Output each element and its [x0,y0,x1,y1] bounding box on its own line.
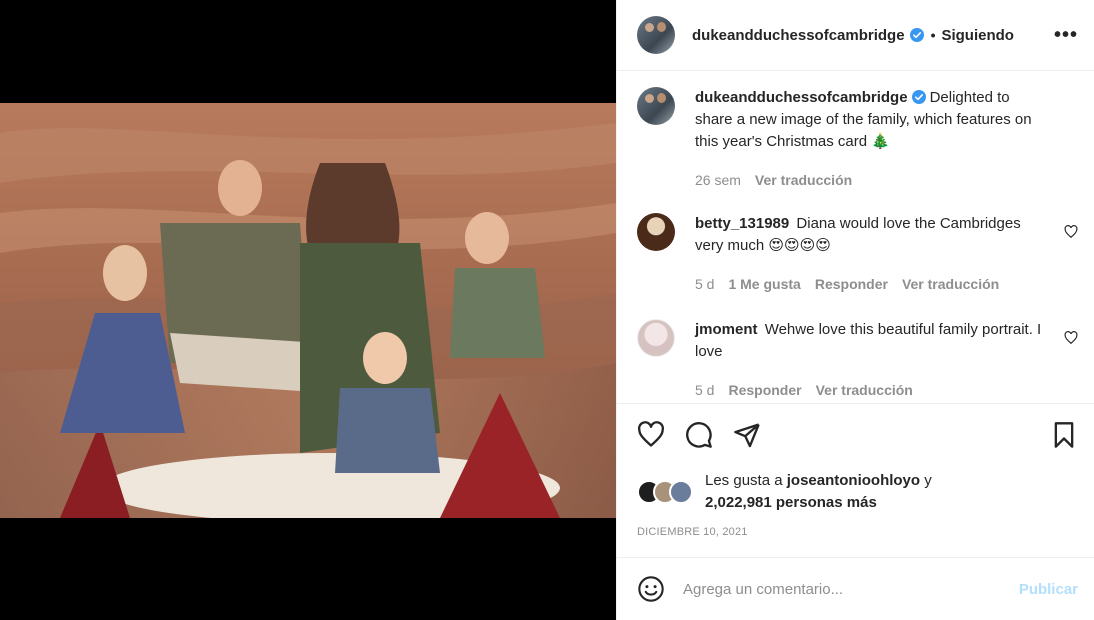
reply-button[interactable]: Responder [815,273,888,295]
reply-button[interactable]: Responder [728,379,801,401]
verified-badge-icon [911,90,926,104]
caption: dukeandduchessofcambridge Delighted to sh… [637,87,1078,191]
like-comment-heart-icon[interactable] [1064,331,1078,345]
post-date[interactable]: DICIEMBRE 10, 2021 [617,518,1094,558]
caption-author-avatar[interactable] [637,87,675,125]
author-avatar[interactable] [637,16,675,54]
caption-translate-link[interactable]: Ver traducción [755,169,852,191]
comment-input[interactable] [683,580,1019,598]
save-bookmark-icon[interactable] [1050,421,1078,449]
publish-button[interactable]: Publicar [1019,581,1078,598]
like-heart-icon[interactable] [637,421,665,449]
comment-username[interactable]: betty_131989 [695,215,789,232]
comment-time[interactable]: 5 d [695,273,714,295]
liker-avatars[interactable] [637,480,699,504]
comment-bubble-icon[interactable] [685,421,713,449]
translate-link[interactable]: Ver traducción [902,273,999,295]
likes-count[interactable]: 2,022,981 personas más [705,494,877,511]
comment-time[interactable]: 5 d [695,379,714,401]
comment-username[interactable]: jmoment [695,321,758,338]
comment-likes[interactable]: 1 Me gusta [728,273,800,295]
comments-list[interactable]: dukeandduchessofcambridge Delighted to sh… [617,71,1094,404]
verified-badge-icon [909,28,924,42]
likes-row: Les gusta a joseantonioohloyo y 2,022,98… [617,466,1094,518]
following-button[interactable]: Siguiendo [941,27,1014,44]
photo-pane [0,0,616,620]
share-paper-plane-icon[interactable] [733,421,761,449]
post-header: dukeandduchessofcambridge • Siguiendo ••… [617,0,1094,71]
likes-summary: Les gusta a joseantonioohloyo y 2,022,98… [705,470,932,514]
liker-username[interactable]: joseantonioohloyo [787,472,920,489]
caption-time[interactable]: 26 sem [695,169,741,191]
like-comment-heart-icon[interactable] [1064,225,1078,239]
instagram-post-view: dukeandduchessofcambridge • Siguiendo ••… [0,0,1094,620]
likes-conjunction: y [924,472,932,489]
commenter-avatar[interactable] [637,319,675,357]
post-side-panel: dukeandduchessofcambridge • Siguiendo ••… [616,0,1094,620]
author-username[interactable]: dukeandduchessofcambridge [692,27,905,44]
post-actions [617,404,1094,466]
comment-item: betty_131989 Diana would love the Cambri… [637,213,1078,295]
separator-dot: • [930,27,936,43]
emoji-smiley-icon[interactable] [637,575,665,603]
add-comment-bar: Publicar [617,558,1094,620]
more-options-icon[interactable]: ••• [1054,24,1078,47]
caption-username[interactable]: dukeandduchessofcambridge [695,89,908,106]
comment-item: jmoment Wehwe love this beautiful family… [637,319,1078,401]
translate-link[interactable]: Ver traducción [816,379,913,401]
commenter-avatar[interactable] [637,213,675,251]
post-photo[interactable] [0,103,616,518]
likes-prefix: Les gusta a [705,472,783,489]
